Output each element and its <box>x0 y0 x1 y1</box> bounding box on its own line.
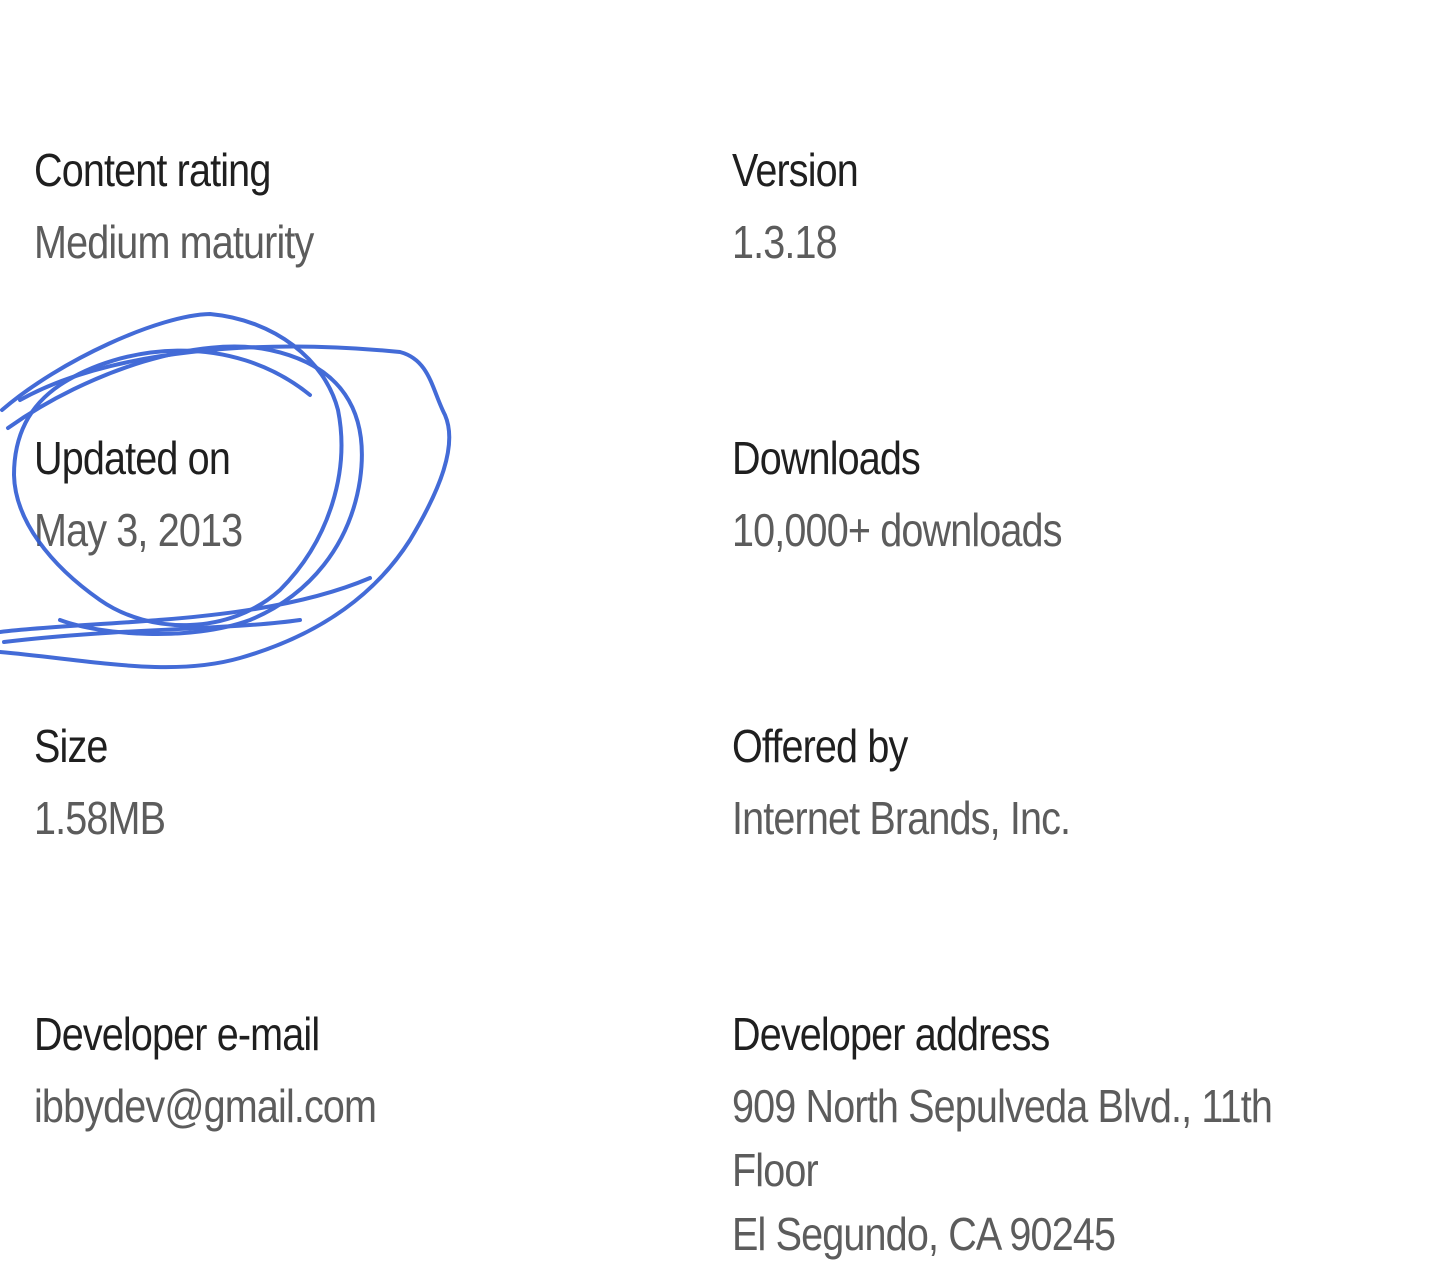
developer-address-value[interactable]: 909 North Sepulveda Blvd., 11th Floor El… <box>732 1074 1300 1266</box>
developer-email-value[interactable]: ibbydev@gmail.com <box>34 1074 602 1138</box>
developer-email-item: Developer e-mail ibbydev@gmail.com <box>34 1006 694 1138</box>
offered-by-label: Offered by <box>732 720 908 772</box>
updated-on-item: Updated on May 3, 2013 <box>34 430 694 562</box>
developer-address-item: Developer address 909 North Sepulveda Bl… <box>732 1006 1392 1266</box>
developer-address-line-1: 909 North Sepulveda Blvd., 11th <box>732 1080 1273 1132</box>
version-value: 1.3.18 <box>732 216 838 268</box>
content-rating-label: Content rating <box>34 144 271 196</box>
downloads-label: Downloads <box>732 432 921 484</box>
size-item: Size 1.58MB <box>34 718 694 850</box>
developer-address-line-2: Floor <box>732 1144 819 1196</box>
downloads-value: 10,000+ downloads <box>732 504 1062 556</box>
content-rating-item: Content rating Medium maturity <box>34 142 694 274</box>
developer-address-line-3: El Segundo, CA 90245 <box>732 1208 1116 1260</box>
version-label: Version <box>732 144 859 196</box>
size-label: Size <box>34 720 108 772</box>
size-value: 1.58MB <box>34 792 166 844</box>
developer-email-label: Developer e-mail <box>34 1008 320 1060</box>
content-rating-value: Medium maturity <box>34 216 314 268</box>
developer-address-label: Developer address <box>732 1008 1050 1060</box>
offered-by-value[interactable]: Internet Brands, Inc. <box>732 786 1300 850</box>
offered-by-item: Offered by Internet Brands, Inc. <box>732 718 1392 850</box>
downloads-item: Downloads 10,000+ downloads <box>732 430 1392 562</box>
updated-on-value: May 3, 2013 <box>34 504 243 556</box>
app-info-grid: Content rating Medium maturity Version 1… <box>0 0 1440 1287</box>
version-item: Version 1.3.18 <box>732 142 1392 274</box>
updated-on-label: Updated on <box>34 432 231 484</box>
